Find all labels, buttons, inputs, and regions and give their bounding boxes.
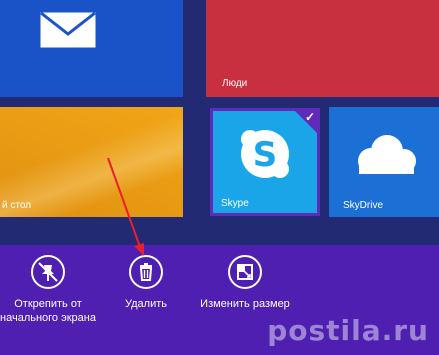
skype-tile-label: Skype (221, 198, 249, 209)
cloud-icon (358, 135, 416, 174)
desktop-tile[interactable]: й стол (0, 107, 183, 217)
checkmark-icon: ✓ (304, 110, 315, 124)
people-tile-label: Люди (222, 78, 248, 89)
desktop-tile-label: й стол (2, 200, 32, 211)
unpin-icon (31, 255, 65, 289)
skydrive-tile-label: SkyDrive (343, 200, 384, 211)
delete-label: Удалить (125, 298, 167, 310)
watermark: postila.ru (267, 314, 429, 347)
svg-text:S: S (253, 135, 278, 175)
delete-button[interactable]: Удалить (98, 255, 194, 311)
resize-icon (228, 255, 262, 289)
skype-icon: S (241, 130, 289, 178)
unpin-label: Открепить от начального экрана (0, 298, 96, 324)
trash-icon (129, 255, 163, 289)
resize-button[interactable]: Изменить размер (197, 255, 293, 311)
mail-tile[interactable] (0, 0, 183, 97)
skydrive-tile[interactable]: SkyDrive (329, 107, 439, 217)
resize-label: Изменить размер (200, 298, 290, 310)
mail-icon (40, 12, 96, 48)
unpin-button[interactable]: Открепить от начального экрана (0, 255, 96, 325)
skype-tile[interactable]: S ✓ Skype (210, 108, 320, 216)
people-tile[interactable]: Люди (206, 0, 439, 97)
